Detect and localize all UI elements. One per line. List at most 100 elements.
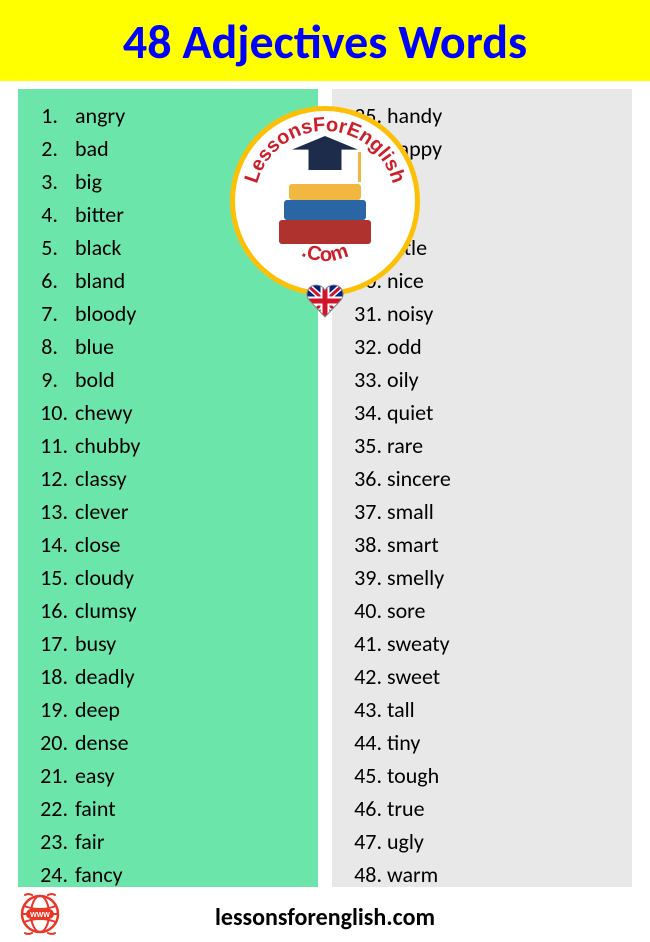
- item-number: 15.: [34, 561, 68, 594]
- list-item: 28. icy: [348, 198, 618, 231]
- item-word: bitter: [70, 201, 124, 228]
- item-word: noisy: [382, 300, 433, 327]
- item-word: nice: [382, 267, 424, 294]
- item-number: 28.: [348, 198, 382, 231]
- list-item: 29. little: [348, 231, 618, 264]
- item-word: dense: [70, 729, 129, 756]
- footer-url: lessonsforenglish.com: [0, 903, 650, 932]
- list-item: 38. smart: [348, 528, 618, 561]
- item-word: odd: [382, 333, 422, 360]
- item-number: 16.: [34, 594, 68, 627]
- item-number: 41.: [348, 627, 382, 660]
- item-word: big: [70, 168, 102, 195]
- item-word: fancy: [70, 861, 123, 888]
- list-item: 6. bland: [34, 264, 304, 297]
- item-word: bloody: [70, 300, 136, 327]
- item-number: 24.: [34, 858, 68, 891]
- list-item: 36. sincere: [348, 462, 618, 495]
- list-item: 33. oily: [348, 363, 618, 396]
- list-item: 24. fancy: [34, 858, 304, 891]
- item-number: 10.: [34, 396, 68, 429]
- item-number: 46.: [348, 792, 382, 825]
- list-item: 44. tiny: [348, 726, 618, 759]
- list-item: 5. black: [34, 231, 304, 264]
- list-item: 13. clever: [34, 495, 304, 528]
- item-number: 23.: [34, 825, 68, 858]
- item-word: deep: [70, 696, 120, 723]
- item-word: quiet: [382, 399, 433, 426]
- list-item: 31. noisy: [348, 297, 618, 330]
- list-item: 12. classy: [34, 462, 304, 495]
- item-number: 6.: [34, 264, 58, 297]
- list-item: 23. fair: [34, 825, 304, 858]
- list-item: 35. rare: [348, 429, 618, 462]
- list-item: 27. hip: [348, 165, 618, 198]
- item-word: chubby: [70, 432, 140, 459]
- item-word: bold: [70, 366, 115, 393]
- list-item: 47. ugly: [348, 825, 618, 858]
- item-number: 3.: [34, 165, 58, 198]
- item-word: clumsy: [70, 597, 137, 624]
- list-item: 14. close: [34, 528, 304, 561]
- list-item: 17. busy: [34, 627, 304, 660]
- list-item: 2. bad: [34, 132, 304, 165]
- item-number: 38.: [348, 528, 382, 561]
- item-number: 43.: [348, 693, 382, 726]
- item-number: 18.: [34, 660, 68, 693]
- item-word: bland: [70, 267, 125, 294]
- item-number: 20.: [34, 726, 68, 759]
- left-column: 1. angry2. bad3. big4. bitter5. black6. …: [18, 89, 318, 887]
- columns-container: 1. angry2. bad3. big4. bitter5. black6. …: [0, 81, 650, 887]
- item-number: 39.: [348, 561, 382, 594]
- item-number: 33.: [348, 363, 382, 396]
- item-word: classy: [70, 465, 127, 492]
- item-number: 12.: [34, 462, 68, 495]
- list-item: 39. smelly: [348, 561, 618, 594]
- list-item: 45. tough: [348, 759, 618, 792]
- item-number: 27.: [348, 165, 382, 198]
- item-word: fair: [70, 828, 105, 855]
- item-number: 21.: [34, 759, 68, 792]
- item-number: 34.: [348, 396, 382, 429]
- list-item: 43. tall: [348, 693, 618, 726]
- list-item: 40. sore: [348, 594, 618, 627]
- item-number: 13.: [34, 495, 68, 528]
- list-item: 37. small: [348, 495, 618, 528]
- list-item: 9. bold: [34, 363, 304, 396]
- item-number: 2.: [34, 132, 58, 165]
- item-number: 45.: [348, 759, 382, 792]
- item-word: happy: [382, 135, 442, 162]
- item-number: 29.: [348, 231, 382, 264]
- list-item: 3. big: [34, 165, 304, 198]
- item-word: sincere: [382, 465, 451, 492]
- item-word: close: [70, 531, 120, 558]
- item-word: smart: [382, 531, 439, 558]
- list-item: 20. dense: [34, 726, 304, 759]
- item-word: smelly: [382, 564, 444, 591]
- item-number: 19.: [34, 693, 68, 726]
- list-item: 7. bloody: [34, 297, 304, 330]
- item-number: 1.: [34, 99, 58, 132]
- list-item: 8. blue: [34, 330, 304, 363]
- item-word: tiny: [382, 729, 420, 756]
- list-item: 48. warm: [348, 858, 618, 891]
- item-number: 32.: [348, 330, 382, 363]
- item-number: 40.: [348, 594, 382, 627]
- item-number: 35.: [348, 429, 382, 462]
- item-word: hip: [382, 168, 415, 195]
- item-word: faint: [70, 795, 116, 822]
- item-number: 7.: [34, 297, 58, 330]
- list-item: 30. nice: [348, 264, 618, 297]
- item-number: 14.: [34, 528, 68, 561]
- item-word: rare: [382, 432, 423, 459]
- title-banner: 48 Adjectives Words: [0, 0, 650, 81]
- item-word: clever: [70, 498, 129, 525]
- item-number: 4.: [34, 198, 58, 231]
- item-number: 30.: [348, 264, 382, 297]
- item-word: oily: [382, 366, 419, 393]
- list-item: 41. sweaty: [348, 627, 618, 660]
- item-number: 9.: [34, 363, 58, 396]
- item-word: bad: [70, 135, 109, 162]
- item-word: black: [70, 234, 121, 261]
- list-item: 46. true: [348, 792, 618, 825]
